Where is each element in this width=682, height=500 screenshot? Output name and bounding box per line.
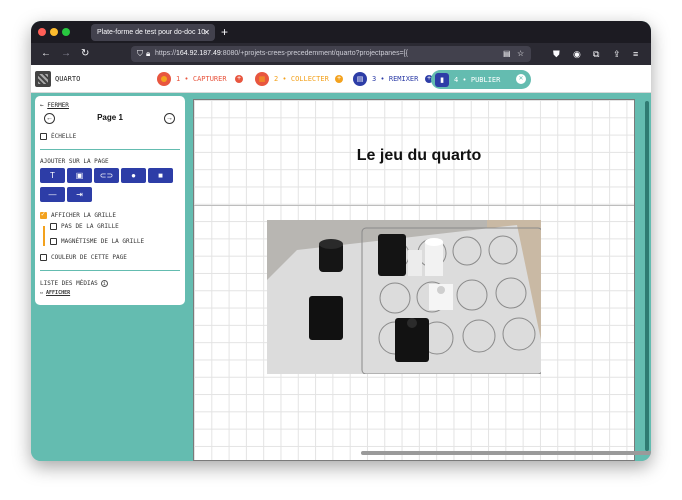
media-list-text: LISTE DES MÉDIAS [40,280,98,287]
next-page-button[interactable]: → [164,113,175,124]
step-capture-label: 1 • CAPTURER [176,75,227,83]
page-settings-panel: ← FERMER ← Page 1 → ÉCHELLE AJOUTER SUR … [35,96,185,305]
share-icon[interactable]: ⇪ [613,43,621,65]
add-ellipse-button[interactable]: ● [121,168,146,183]
reload-icon[interactable]: ↻ [81,43,89,65]
active-tab[interactable]: Plate-forme de test pour do-doc 10 ✕ [91,24,215,41]
show-grid-label: AFFICHER LA GRILLE [51,212,117,219]
quarto-board-image [267,220,541,374]
step-remix[interactable]: ▤ 3 • REMIXER [353,70,418,88]
add-to-page-label: AJOUTER SUR LA PAGE [40,158,109,165]
project-logo[interactable] [35,71,51,87]
step-collect[interactable]: ▦ 2 • COLLECTER [255,70,329,88]
grid-step-label: PAS DE LA GRILLE [61,223,119,230]
show-media-button[interactable]: ▭ AFFICHER [40,290,70,296]
grid-magnet-checkbox[interactable] [50,238,57,245]
step-remix-label: 3 • REMIXER [372,75,419,83]
scale-checkbox[interactable] [40,133,47,140]
account-icon[interactable]: ◉ [573,43,581,65]
close-panel-link[interactable]: ← FERMER [40,102,69,109]
menu-icon[interactable]: ≡ [633,43,638,65]
grid-magnet-row[interactable]: MAGNÉTISME DE LA GRILLE [50,238,144,245]
scale-checkbox-row[interactable]: ÉCHELLE [40,133,76,140]
close-arrow-icon: ← [40,102,44,109]
url-bar[interactable]: ⛉ 🔒︎ https://164.92.187.49:8080/+projets… [131,46,531,62]
document-title[interactable]: Le jeu du quarto [294,147,544,165]
quarto-photo[interactable] [267,220,541,374]
reader-view-icon[interactable]: ▤ [503,46,511,62]
step-publish-label: 4 • PUBLIER [454,76,501,84]
show-grid-row[interactable]: AFFICHER LA GRILLE [40,210,117,219]
page-guide-line [194,205,634,206]
page-settings-sidebar: ← FERMER ← Page 1 → ÉCHELLE AJOUTER SUR … [31,93,191,461]
horizontal-scrollbar[interactable] [361,451,651,455]
close-label: FERMER [47,102,69,109]
info-icon[interactable]: i [100,280,108,287]
url-text: https://164.92.187.49:8080/+projets-cree… [155,50,408,57]
page-color-row[interactable]: COULEUR DE CETTE PAGE [40,254,127,261]
capture-icon [157,72,171,86]
grid-step-row[interactable]: PAS DE LA GRILLE [50,223,119,230]
show-media-label: AFFICHER [46,290,71,296]
navigation-bar: ← → ↻ ⛉ 🔒︎ https://164.92.187.49:8080/+p… [31,43,651,65]
add-capture-icon[interactable]: + [235,75,243,83]
pocket-icon[interactable]: ⛊ [553,43,560,65]
page-title: Page 1 [97,113,123,122]
step-collect-label: 2 • COLLECTER [274,75,329,83]
tab-close-icon[interactable]: ✕ [203,24,210,41]
tab-bar: Plate-forme de test pour do-doc 10 ✕ + [31,21,651,43]
forward-icon[interactable]: → [61,43,71,65]
add-rectangle-button[interactable]: ■ [148,168,173,183]
close-window-button[interactable] [38,28,46,36]
vertical-scrollbar[interactable] [645,101,649,451]
add-link-button[interactable]: ⊂⊃ [94,168,119,183]
media-list-label: LISTE DES MÉDIAS i [40,280,108,287]
publish-group: ▮ 4 • PUBLIER [435,71,500,89]
minimize-window-button[interactable] [50,28,58,36]
add-image-button[interactable]: ▣ [67,168,92,183]
scale-label: ÉCHELLE [51,133,77,140]
new-tab-button[interactable]: + [221,24,228,41]
page-canvas-area: Le jeu du quarto [191,93,651,461]
step-capture[interactable]: 1 • CAPTURER [157,70,227,88]
back-icon[interactable]: ← [41,43,51,65]
browser-window: Plate-forme de test pour do-doc 10 ✕ + ←… [31,21,651,461]
add-text-button[interactable]: T [40,168,65,183]
add-line-button[interactable]: — [40,187,65,202]
close-publish-icon[interactable]: ✕ [516,74,526,84]
grid-magnet-label: MAGNÉTISME DE LA GRILLE [61,238,145,245]
bookmark-star-icon[interactable]: ☆ [517,46,524,62]
add-collect-icon[interactable]: + [335,75,343,83]
add-arrow-button[interactable]: ⇥ [67,187,92,202]
publish-icon: ▮ [435,73,449,87]
lock-icon[interactable]: 🔒︎ [146,46,150,62]
remix-icon: ▤ [353,72,367,86]
extensions-icon[interactable]: ⧉ [593,43,599,65]
grid-options-rule [43,226,45,246]
app-header: QUARTO 1 • CAPTURER + ▦ 2 • COLLECTER + … [31,65,651,93]
step-publish[interactable]: ▮ 4 • PUBLIER ✕ [431,70,531,89]
show-grid-checkbox[interactable] [40,210,47,219]
project-name[interactable]: QUARTO [55,65,80,93]
tab-title: Plate-forme de test pour do-doc 10 [97,29,206,36]
divider [40,270,180,271]
page-color-checkbox[interactable] [40,254,47,261]
grid-step-checkbox[interactable] [50,223,57,230]
publication-page[interactable]: Le jeu du quarto [193,99,635,461]
collect-icon: ▦ [255,72,269,86]
page-color-label: COULEUR DE CETTE PAGE [51,254,127,261]
shield-icon[interactable]: ⛉ [137,46,143,62]
maximize-window-button[interactable] [62,28,70,36]
divider [40,149,180,150]
